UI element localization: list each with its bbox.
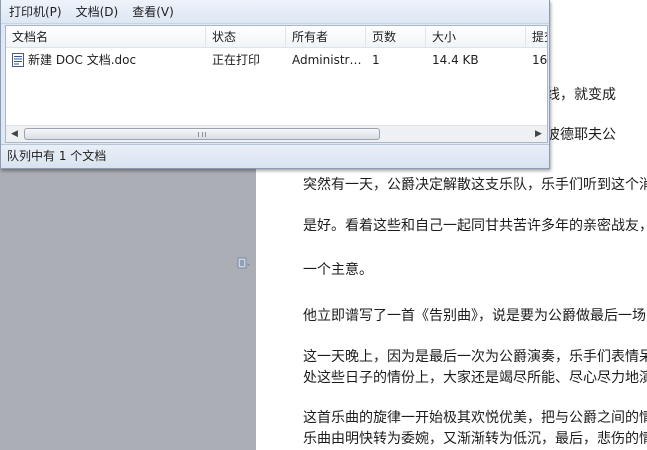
column-header-document-name[interactable]: 文档名 (6, 26, 206, 48)
doc-line-4: 是好。看着这些和自己一起同甘共苦许多年的亲密战友， (303, 218, 647, 234)
scroll-left-arrow-icon[interactable]: ◀ (6, 126, 23, 142)
menu-document[interactable]: 文档(D) (76, 3, 119, 20)
job-status: 正在打印 (212, 53, 261, 67)
column-header-owner[interactable]: 所有者 (286, 26, 366, 48)
column-header-size[interactable]: 大小 (426, 26, 526, 48)
paste-options-icon[interactable] (237, 257, 251, 271)
print-job-row[interactable]: 新建 DOC 文档.doc 正在打印 Administr… 1 14.4 KB … (6, 49, 547, 71)
menu-bar: 打印机(P) 文档(D) 查看(V) (1, 0, 549, 24)
doc-line-8: 处这些日子的情份上，大家还是竭尽所能、尽心尽力地演 (303, 370, 647, 386)
doc-line-7: 这一天晚上，因为是最后一次为公爵演奏，乐手们表情呆 (303, 349, 647, 365)
column-header-submitted[interactable]: 提交 (526, 26, 547, 48)
menu-view[interactable]: 查看(V) (132, 3, 174, 20)
column-header-status[interactable]: 状态 (206, 26, 286, 48)
print-queue-window: 打印机(P) 文档(D) 查看(V) 文档名 状态 所有者 页数 大小 提交 新… (0, 0, 550, 169)
scroll-right-arrow-icon[interactable]: ▶ (530, 126, 547, 142)
column-header-pages[interactable]: 页数 (366, 26, 426, 48)
menu-printer[interactable]: 打印机(P) (9, 3, 62, 20)
doc-line-5: 一个主意。 (303, 262, 373, 278)
job-owner: Administr… (292, 53, 362, 67)
print-job-list: 文档名 状态 所有者 页数 大小 提交 新建 DOC 文档.doc 正在打印 A… (5, 25, 548, 143)
doc-line-10: 乐曲由明快转为委婉，又渐渐转为低沉，最后，悲伤的情 (303, 431, 647, 447)
job-document-name: 新建 DOC 文档.doc (28, 53, 137, 67)
job-submitted: 16: (532, 53, 548, 67)
doc-line-9: 这首乐曲的旋律一开始极其欢悦优美，把与公爵之间的情 (303, 410, 647, 426)
job-pages: 1 (372, 53, 380, 67)
grip-icon (198, 132, 206, 137)
column-header-row: 文档名 状态 所有者 页数 大小 提交 (6, 26, 547, 48)
status-bar: 队列中有 1 个文档 (1, 144, 549, 168)
scrollbar-thumb[interactable] (24, 128, 380, 140)
doc-line-3: 突然有一天，公爵决定解散这支乐队，乐手们听到这个消 (303, 177, 647, 193)
job-size: 14.4 KB (432, 53, 479, 67)
horizontal-scrollbar[interactable]: ◀ ▶ (6, 125, 547, 142)
doc-line-6: 他立即谱写了一首《告别曲》，说是要为公爵做最后一场 (303, 308, 646, 324)
